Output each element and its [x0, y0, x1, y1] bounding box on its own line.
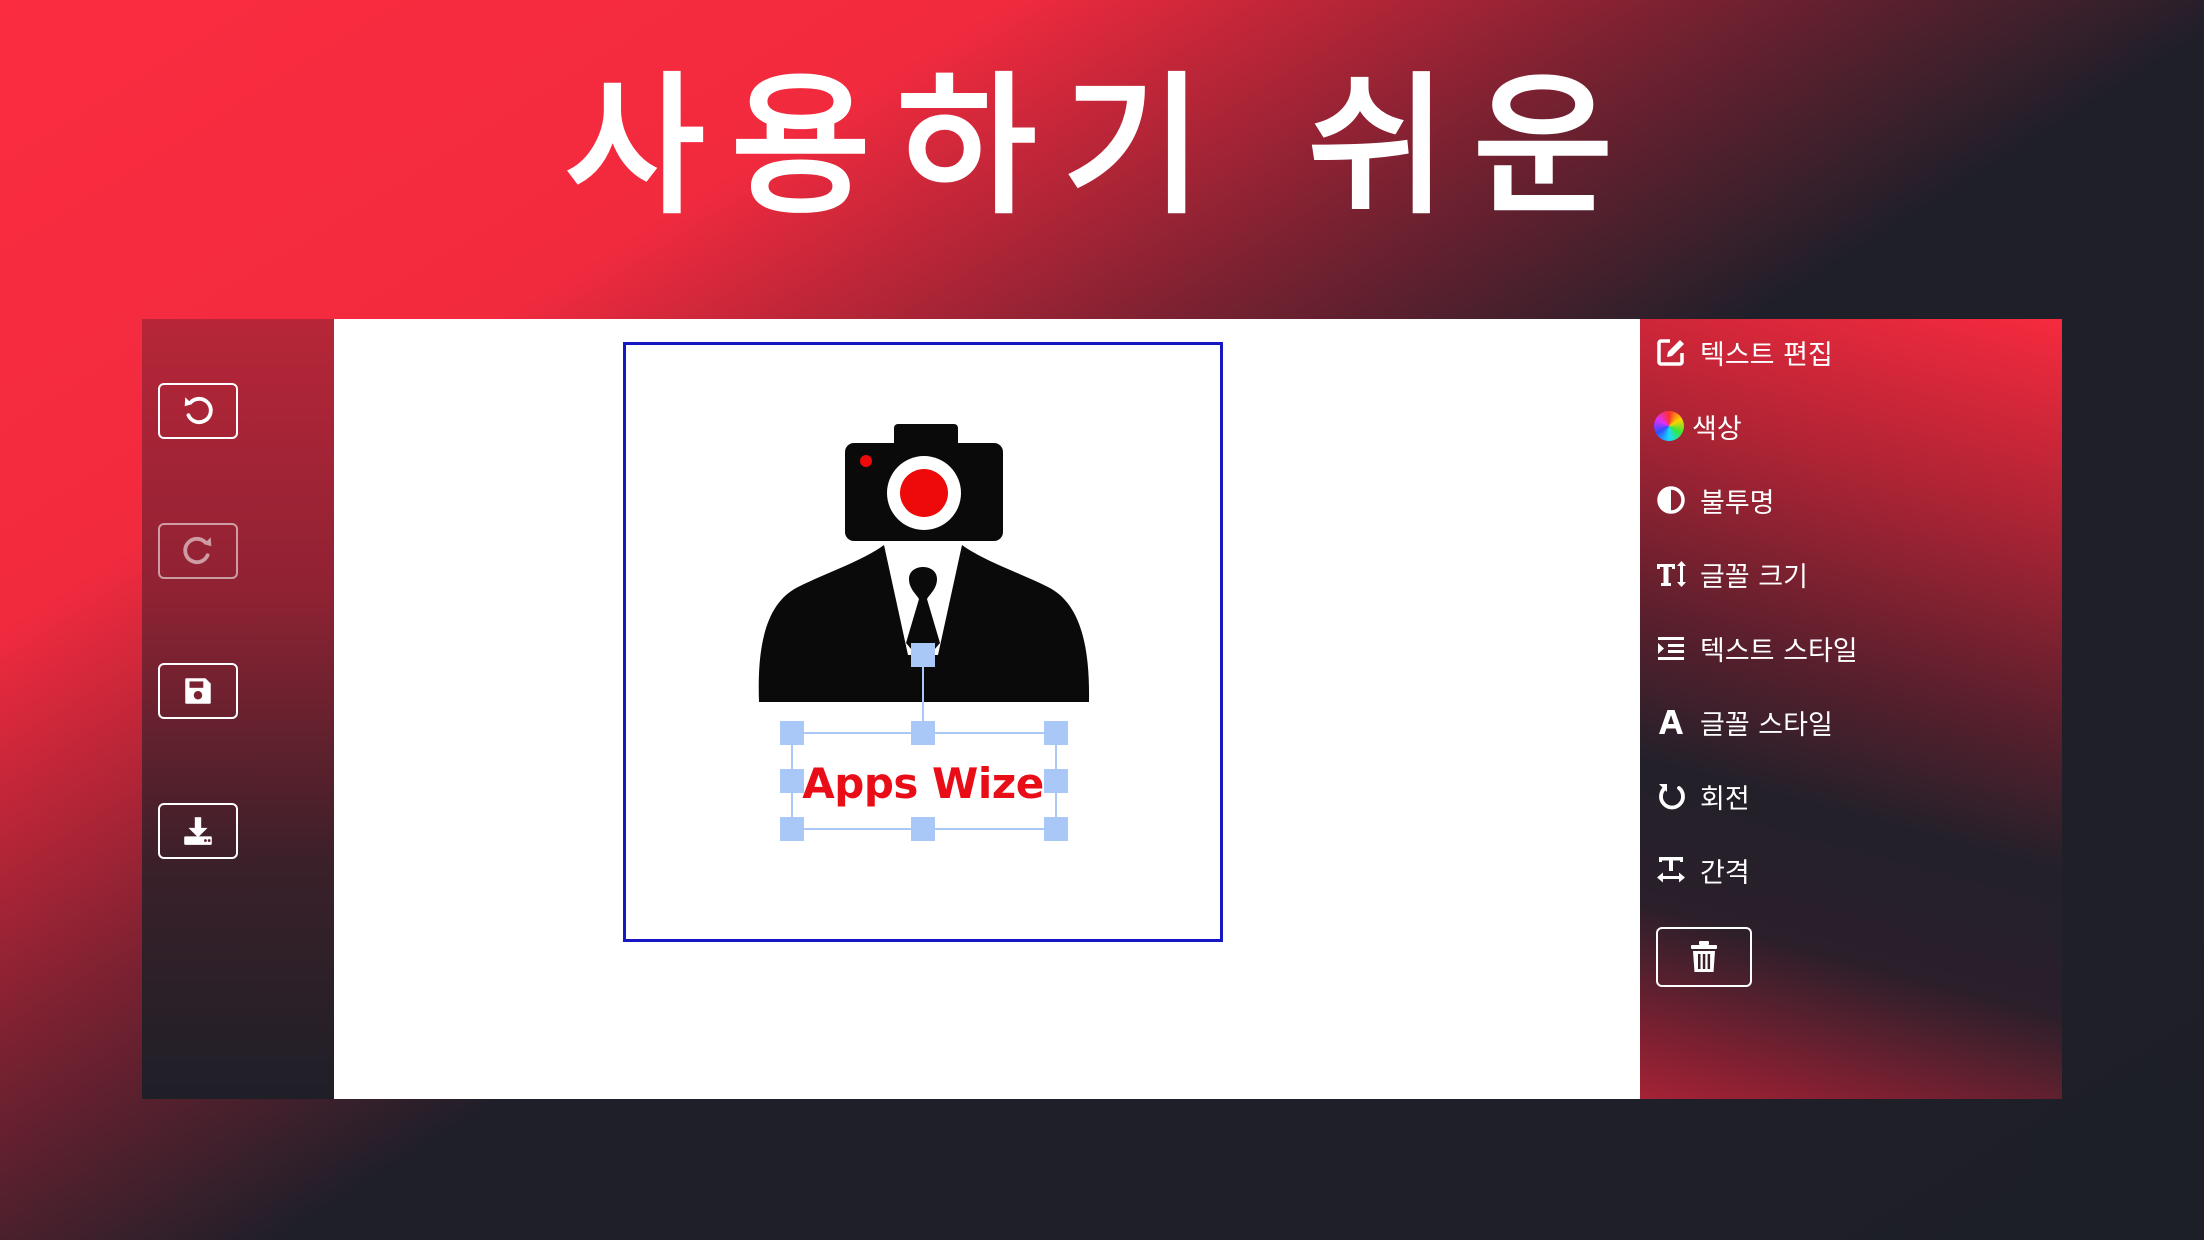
trash-icon — [1691, 941, 1717, 972]
menu-item-text-style[interactable]: 텍스트 스타일 — [1654, 626, 1858, 670]
menu-item-font-size[interactable]: 글꼴 크기 — [1654, 552, 1808, 596]
undo-icon — [184, 396, 213, 425]
menu-item-spacing[interactable]: 간격 — [1654, 848, 1750, 892]
canvas-frame[interactable]: Apps Wize — [623, 342, 1223, 942]
rotate-handle — [911, 643, 935, 667]
menu-label: 텍스트 편집 — [1700, 339, 1833, 371]
download-icon — [184, 817, 212, 845]
canvas-area[interactable]: Apps Wize — [334, 319, 1640, 1099]
menu-item-font-style[interactable]: 글꼴 스타일 — [1654, 700, 1833, 744]
font-icon — [1654, 705, 1688, 739]
text-width-icon — [1654, 853, 1688, 887]
menu-label: 텍스트 스타일 — [1700, 635, 1858, 667]
menu-label: 색상 — [1692, 413, 1742, 445]
color-wheel-icon — [1654, 409, 1684, 443]
editor-app: Apps Wize 텍스트 편집 색상 불투명 글꼴 크기 텍스트 스타일 글꼴… — [142, 319, 2062, 1099]
menu-label: 간격 — [1700, 857, 1750, 889]
opacity-icon — [1654, 483, 1688, 517]
menu-item-opacity[interactable]: 불투명 — [1654, 478, 1775, 522]
menu-item-edit-text[interactable]: 텍스트 편집 — [1654, 330, 1833, 374]
camera-lens — [900, 469, 948, 517]
redo-icon — [183, 536, 212, 565]
left-toolbar — [142, 319, 334, 1099]
menu-item-rotate[interactable]: 회전 — [1654, 774, 1750, 818]
menu-label: 글꼴 스타일 — [1700, 709, 1833, 741]
menu-label: 불투명 — [1700, 487, 1775, 519]
download-button[interactable] — [158, 803, 238, 859]
delete-button[interactable] — [1656, 927, 1752, 987]
camera-indicator — [860, 455, 872, 467]
text-object[interactable]: Apps Wize — [791, 735, 1055, 831]
redo-button[interactable] — [158, 523, 238, 579]
properties-panel: 텍스트 편집 색상 불투명 글꼴 크기 텍스트 스타일 글꼴 스타일 회전 간격 — [1640, 319, 2062, 1099]
photographer-logo — [758, 424, 1090, 841]
menu-label: 글꼴 크기 — [1700, 561, 1808, 593]
menu-item-color[interactable]: 색상 — [1654, 404, 1742, 448]
headline: 사용하기 쉬운 — [565, 58, 1639, 235]
undo-button[interactable] — [158, 383, 238, 439]
edit-icon — [1654, 335, 1688, 369]
menu-label: 회전 — [1700, 783, 1750, 815]
save-button[interactable] — [158, 663, 238, 719]
save-icon — [185, 678, 211, 704]
rotate-icon — [1654, 779, 1688, 813]
text-height-icon — [1654, 557, 1688, 591]
indent-icon — [1654, 631, 1688, 665]
